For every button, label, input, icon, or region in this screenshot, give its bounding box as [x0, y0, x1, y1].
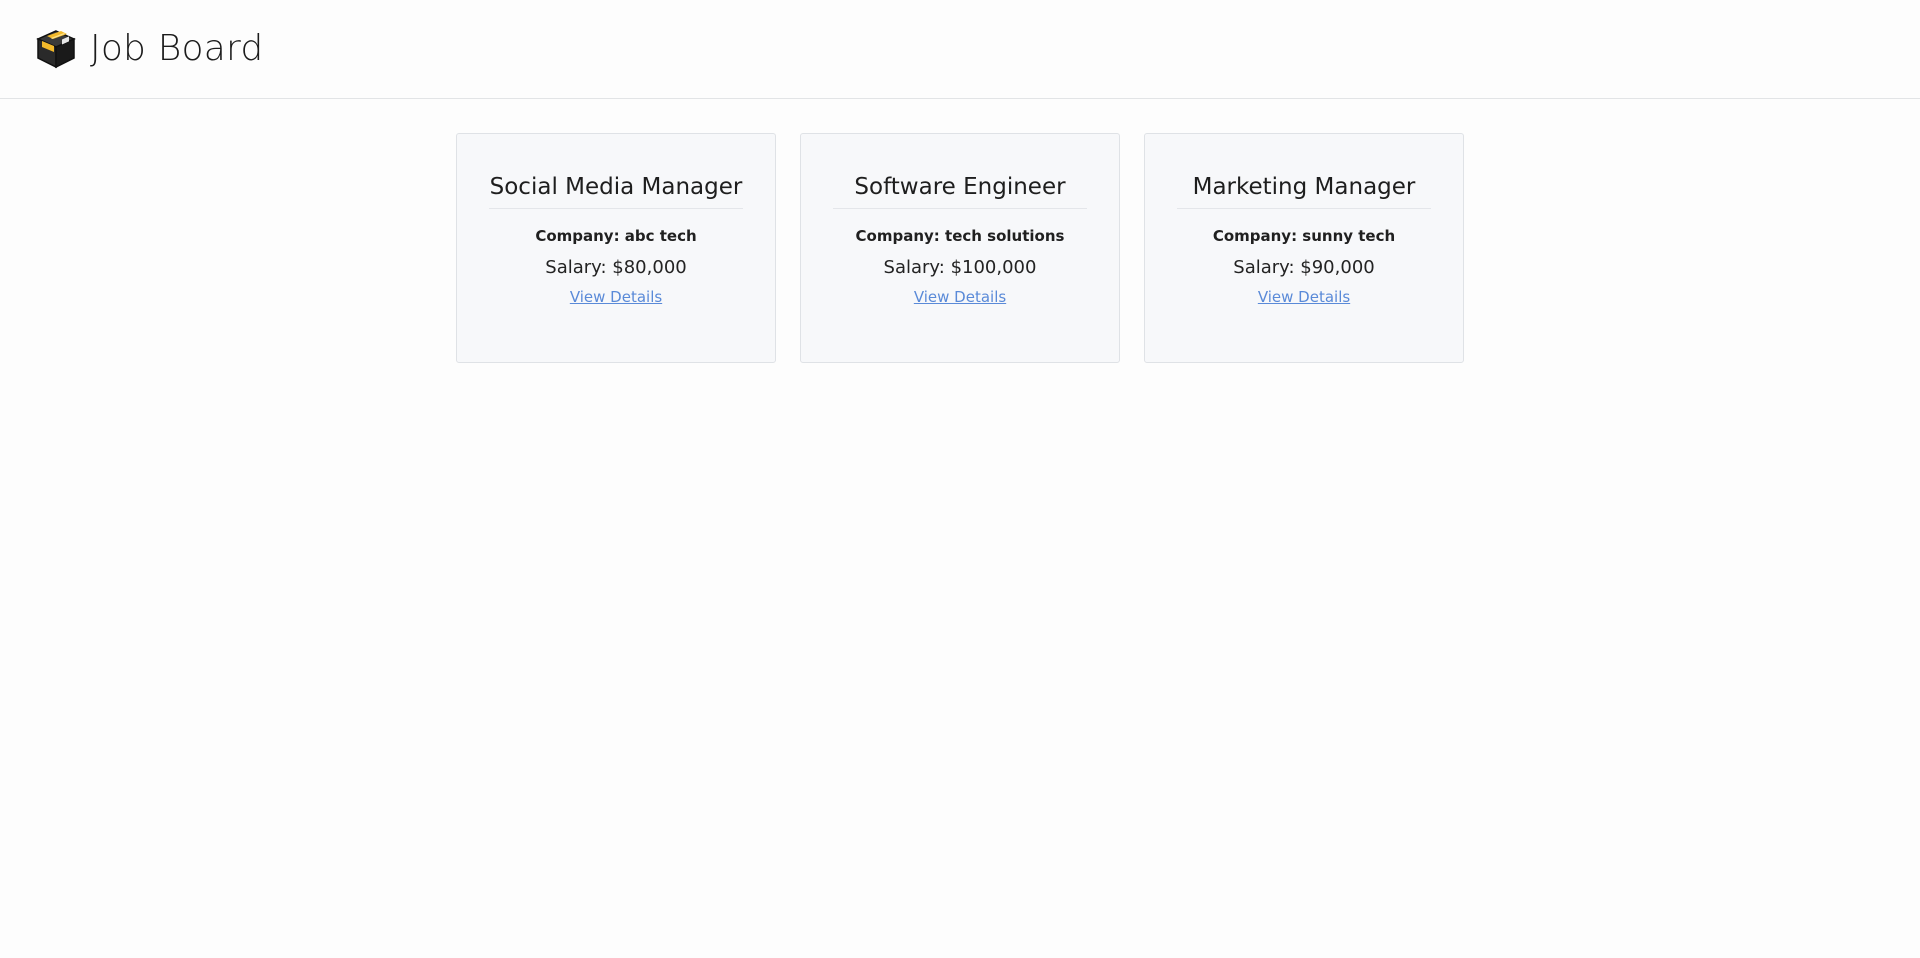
job-title: Social Media Manager	[489, 174, 743, 209]
job-salary: Salary: $90,000	[1233, 257, 1375, 278]
site-header: Job Board	[0, 0, 1920, 99]
job-company: Company: sunny tech	[1212, 227, 1396, 245]
job-salary: Salary: $100,000	[883, 257, 1037, 278]
view-details-link[interactable]: View Details	[1258, 288, 1350, 306]
view-details-link[interactable]: View Details	[914, 288, 1006, 306]
job-salary: Salary: $80,000	[545, 257, 687, 278]
job-title: Marketing Manager	[1177, 174, 1431, 209]
box-icon[interactable]	[34, 27, 78, 71]
job-card: Social Media Manager Company: abc tech S…	[456, 133, 776, 363]
job-company: Company: abc tech	[535, 227, 697, 245]
site-title: Job Board	[90, 28, 264, 69]
job-card: Software Engineer Company: tech solution…	[800, 133, 1120, 363]
job-card-list: Social Media Manager Company: abc tech S…	[456, 133, 1464, 363]
job-card: Marketing Manager Company: sunny tech Sa…	[1144, 133, 1464, 363]
job-title: Software Engineer	[833, 174, 1087, 209]
job-company: Company: tech solutions	[855, 227, 1065, 245]
view-details-link[interactable]: View Details	[570, 288, 662, 306]
